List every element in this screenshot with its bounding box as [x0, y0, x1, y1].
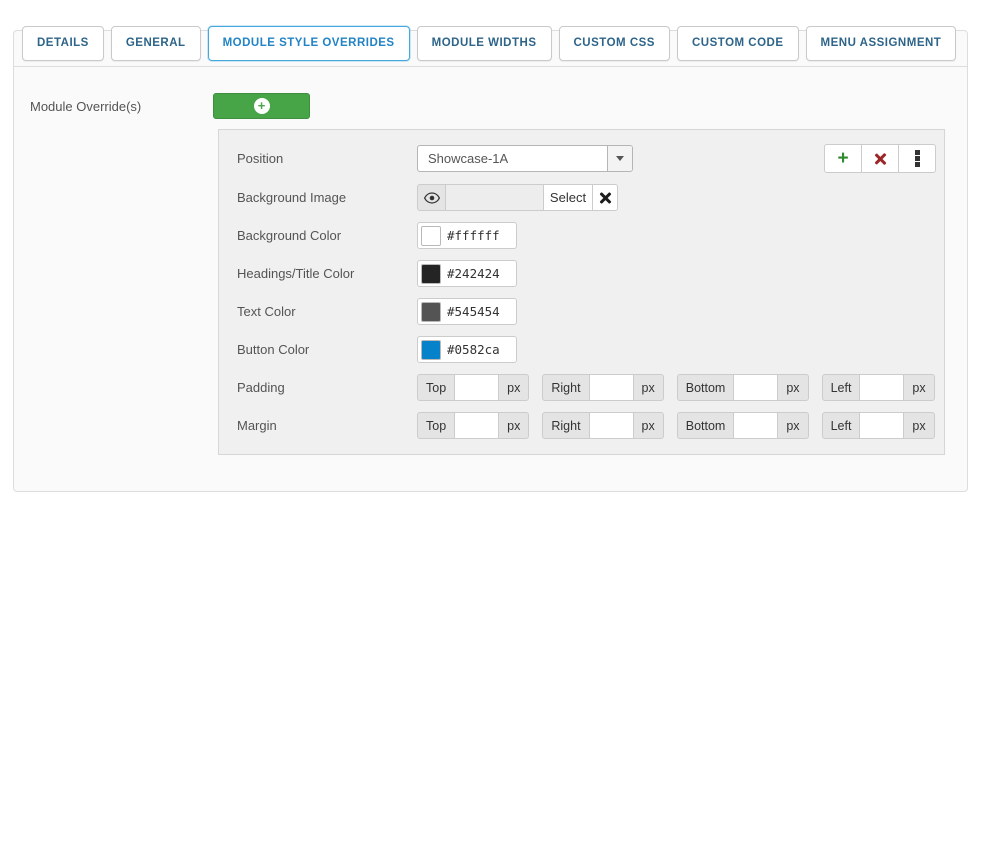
add-item-button[interactable]: +: [824, 144, 862, 173]
clear-image-button[interactable]: [592, 184, 618, 211]
margin-bottom-input[interactable]: [733, 412, 778, 439]
button-color-field[interactable]: #0582ca: [417, 336, 517, 363]
side-label: Left: [822, 412, 861, 439]
plus-circle-icon: +: [254, 98, 270, 114]
unit-label: px: [498, 412, 529, 439]
tab-custom-css[interactable]: CUSTOM CSS: [559, 26, 670, 61]
preview-image-button[interactable]: [417, 184, 446, 211]
padding-left-group: Left px: [822, 374, 935, 401]
side-label: Bottom: [677, 374, 735, 401]
text-color-row: Text Color #545454: [237, 298, 936, 325]
background-color-field[interactable]: #ffffff: [417, 222, 517, 249]
tab-module-style-overrides[interactable]: MODULE STYLE OVERRIDES: [208, 26, 410, 61]
color-value: #0582ca: [447, 342, 500, 357]
add-override-button[interactable]: +: [213, 93, 310, 119]
eye-icon: [424, 192, 440, 204]
tab-general[interactable]: GENERAL: [111, 26, 201, 61]
tab-details[interactable]: DETAILS: [22, 26, 104, 61]
side-label: Bottom: [677, 412, 735, 439]
remove-x-icon: [873, 152, 887, 166]
background-color-label: Background Color: [237, 228, 417, 243]
background-image-input[interactable]: [445, 184, 544, 211]
grip-icon: [915, 156, 920, 161]
margin-top-group: Top px: [417, 412, 529, 439]
unit-label: px: [903, 412, 934, 439]
tab-content: Module Override(s) + Position Showcase-1…: [14, 67, 967, 455]
module-overrides-label: Module Override(s): [30, 99, 213, 114]
side-label: Right: [542, 374, 589, 401]
unit-label: px: [777, 374, 808, 401]
side-label: Left: [822, 374, 861, 401]
margin-top-input[interactable]: [454, 412, 499, 439]
tab-menu-assignment[interactable]: MENU ASSIGNMENT: [806, 26, 957, 61]
color-value: #ffffff: [447, 228, 500, 243]
position-label: Position: [237, 151, 417, 166]
position-select[interactable]: Showcase-1A: [417, 145, 633, 172]
close-x-icon: [598, 191, 612, 205]
headings-color-label: Headings/Title Color: [237, 266, 417, 281]
background-image-label: Background Image: [237, 190, 417, 205]
side-label: Top: [417, 412, 455, 439]
padding-label: Padding: [237, 380, 417, 395]
select-image-button[interactable]: Select: [543, 184, 593, 211]
padding-row: Padding Top px Right px Bottom px: [237, 374, 936, 401]
color-swatch[interactable]: [421, 340, 441, 360]
text-color-label: Text Color: [237, 304, 417, 319]
remove-item-button[interactable]: [861, 144, 899, 173]
button-color-label: Button Color: [237, 342, 417, 357]
select-caret-button[interactable]: [607, 146, 632, 171]
background-image-group: Select: [417, 184, 618, 211]
padding-bottom-input[interactable]: [733, 374, 778, 401]
margin-left-group: Left px: [822, 412, 935, 439]
headings-color-field[interactable]: #242424: [417, 260, 517, 287]
padding-right-group: Right px: [542, 374, 663, 401]
margin-right-input[interactable]: [589, 412, 634, 439]
color-swatch[interactable]: [421, 264, 441, 284]
override-actions-group: +: [824, 144, 936, 173]
color-value: #242424: [447, 266, 500, 281]
side-label: Top: [417, 374, 455, 401]
button-color-row: Button Color #0582ca: [237, 336, 936, 363]
background-image-row: Background Image Select: [237, 184, 936, 211]
side-label: Right: [542, 412, 589, 439]
module-settings-container: DETAILS GENERAL MODULE STYLE OVERRIDES M…: [13, 30, 968, 492]
padding-right-input[interactable]: [589, 374, 634, 401]
tab-strip: DETAILS GENERAL MODULE STYLE OVERRIDES M…: [14, 31, 967, 67]
tab-module-widths[interactable]: MODULE WIDTHS: [417, 26, 552, 61]
drag-handle-button[interactable]: [898, 144, 936, 173]
color-swatch[interactable]: [421, 302, 441, 322]
margin-label: Margin: [237, 418, 417, 433]
text-color-field[interactable]: #545454: [417, 298, 517, 325]
padding-left-input[interactable]: [859, 374, 904, 401]
override-panel: Position Showcase-1A +: [218, 129, 945, 455]
unit-label: px: [633, 374, 664, 401]
plus-icon: +: [837, 150, 848, 167]
color-swatch[interactable]: [421, 226, 441, 246]
padding-top-group: Top px: [417, 374, 529, 401]
unit-label: px: [777, 412, 808, 439]
headings-color-row: Headings/Title Color #242424: [237, 260, 936, 287]
color-value: #545454: [447, 304, 500, 319]
unit-label: px: [903, 374, 934, 401]
chevron-down-icon: [616, 156, 624, 161]
padding-top-input[interactable]: [454, 374, 499, 401]
margin-left-input[interactable]: [859, 412, 904, 439]
margin-bottom-group: Bottom px: [677, 412, 809, 439]
unit-label: px: [498, 374, 529, 401]
margin-row: Margin Top px Right px Bottom px L: [237, 412, 936, 439]
module-overrides-row: Module Override(s) +: [30, 93, 947, 119]
margin-right-group: Right px: [542, 412, 663, 439]
unit-label: px: [633, 412, 664, 439]
padding-bottom-group: Bottom px: [677, 374, 809, 401]
position-row: Position Showcase-1A +: [237, 144, 936, 173]
position-selected-value: Showcase-1A: [418, 146, 607, 171]
background-color-row: Background Color #ffffff: [237, 222, 936, 249]
tab-custom-code[interactable]: CUSTOM CODE: [677, 26, 799, 61]
